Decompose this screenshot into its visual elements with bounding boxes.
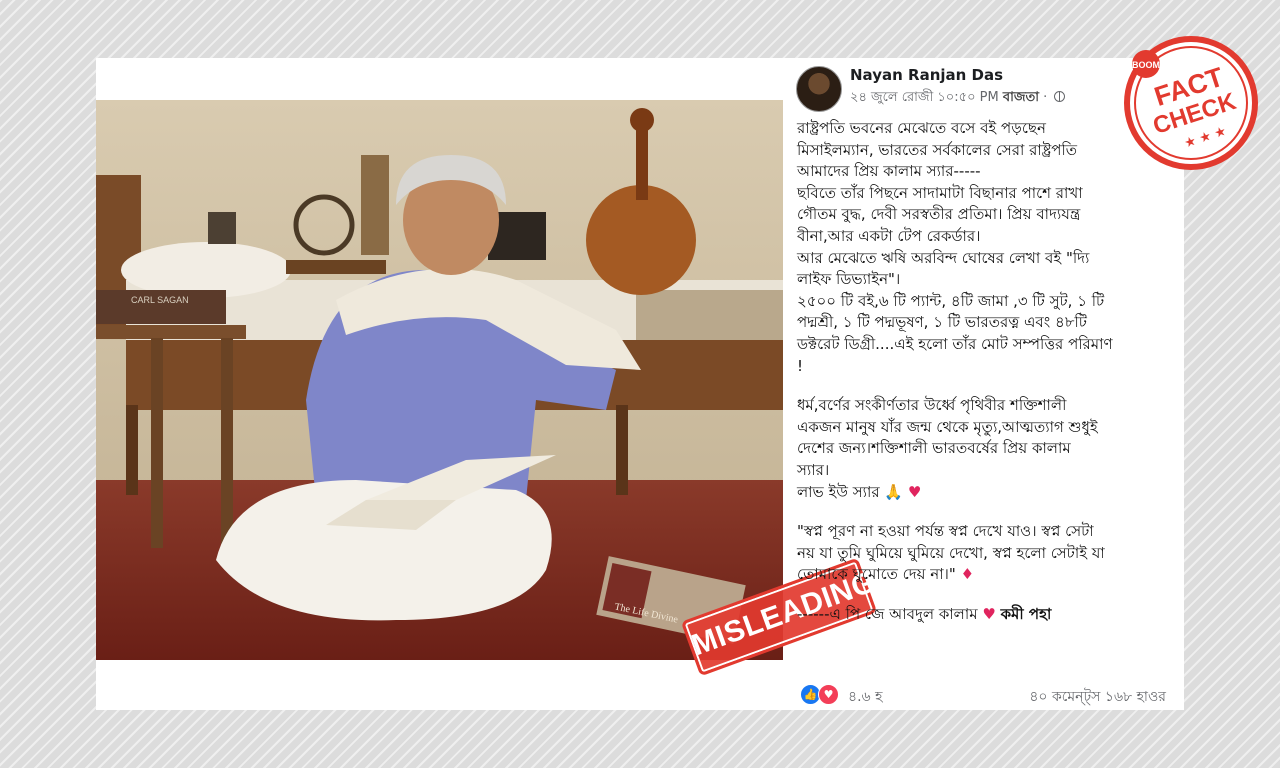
reactions-bar: 👍 ♥ ৪.৬ হ ৪০ কমেন্ট্স ১৬৮ হাওর <box>800 682 1180 706</box>
fact-check-stamp: BOOM FACT CHECK ★ ★ ★ <box>1122 34 1260 172</box>
signature-text: ------এ পি জে আবদুল কালাম <box>797 604 978 623</box>
post-line: ! <box>797 356 804 375</box>
post-place[interactable]: বাজতা <box>1003 90 1039 105</box>
post-line: গৌতম বুদ্ধ, দেবী সরস্বতীর প্রতিমা। প্রিয… <box>797 205 1081 224</box>
love-line: লাভ ইউ স্যার 🙏 ♥ <box>797 482 1177 504</box>
post-line: একজন মানুষ যাঁর জন্ম থেকে মৃত্যু,আত্মত্য… <box>797 417 1098 436</box>
post-line: আর মেঝেতে ঋষি অরবিন্দ ঘোষের লেখা বই "দ্য… <box>797 248 1090 267</box>
post-line: রাষ্ট্রপতি ভবনের মেঝেতে বসে বই পড়ছেন <box>797 119 1046 137</box>
signature-tail: কমী পহা <box>1000 604 1052 623</box>
love-icon[interactable]: ♥ <box>818 684 839 705</box>
love-text: লাভ ইউ স্যার 🙏 <box>797 482 904 501</box>
post-line: ডক্টরেট ডিগ্রী....এই হলো তাঁর মোট সম্পত্… <box>797 334 1113 353</box>
post-line: লাইফ ডিভ্যাইন"। <box>797 270 901 289</box>
comments-shares[interactable]: ৪০ কমেন্ট্স ১৬৮ হাওর <box>1029 685 1166 709</box>
meta-separator: · <box>1043 90 1048 105</box>
quote-text: তোমাকে ঘুমোতে দেয় না।" <box>797 565 956 584</box>
post-line: ধর্ম,বর্ণের সংকীর্ণতার উর্ধ্বে পৃথিবীর শ… <box>797 396 1067 415</box>
avatar[interactable] <box>796 66 842 112</box>
post-line: ২৫০০ টি বই,৬ টি প্যান্ট, ৪টি জামা ,৩ টি … <box>797 291 1105 310</box>
brand-text: BOOM <box>1132 60 1160 70</box>
diamond-icon: ♦ <box>960 565 975 584</box>
post-line: পদ্মশ্রী, ১ টি পদ্মভূষণ, ১ টি ভারতরত্ন এ… <box>797 313 1087 332</box>
post-line: স্যার। <box>797 460 830 479</box>
post-line: আমাদের প্রিয় কালাম স্যার----- <box>797 162 981 181</box>
signature-line: ------এ পি জে আবদুল কালাম ♥ কমী পহা <box>797 604 1177 626</box>
globe-icon <box>1054 91 1066 102</box>
shelf-book-title: CARL SAGAN <box>131 295 189 305</box>
quote-line: তোমাকে ঘুমোতে দেয় না।" ♦ <box>797 564 1177 586</box>
fact-check-seal: BOOM FACT CHECK ★ ★ ★ <box>1124 36 1258 170</box>
post-line: মিসাইলম্যান, ভারতের সর্বকালের সেরা রাষ্ট… <box>797 140 1078 159</box>
post-date[interactable]: ২৪ জুলে রোজী ১০:৫০ PM <box>850 90 999 105</box>
heart-icon: ♥ <box>982 604 996 623</box>
quote-line: "স্বপ্ন পূরণ না হওয়া পর্যন্ত স্বপ্ন দেখ… <box>797 522 1094 541</box>
reactions-count[interactable]: ৪.৬ হ <box>848 685 882 709</box>
post-line: ছবিতে তাঁর পিছনে সাদামাটা বিছানার পাশে র… <box>797 183 1083 202</box>
heart-icon: ♥ <box>907 482 922 501</box>
post-meta: ২৪ জুলে রোজী ১০:৫০ PM বাজতা · <box>850 88 1066 109</box>
post-photo[interactable]: CARL SAGAN The Life Divine <box>96 100 783 660</box>
photo-illustration <box>96 100 783 660</box>
post-line: বীনা,আর একটা টেপ রেকর্ডার। <box>797 226 981 245</box>
post-header: Nayan Ranjan Das ২৪ জুলে রোজী ১০:৫০ PM ব… <box>796 64 1176 112</box>
post-line: দেশের জন্য।শক্তিশালী ভারতবর্ষের প্রিয় ক… <box>797 439 1071 458</box>
quote-line: নয় যা তুমি ঘুমিয়ে ঘুমিয়ে দেখো, স্বপ্ন… <box>797 543 1105 562</box>
post-body: রাষ্ট্রপতি ভবনের মেঝেতে বসে বই পড়ছেন মি… <box>797 118 1177 625</box>
author-name[interactable]: Nayan Ranjan Das <box>850 66 1003 84</box>
